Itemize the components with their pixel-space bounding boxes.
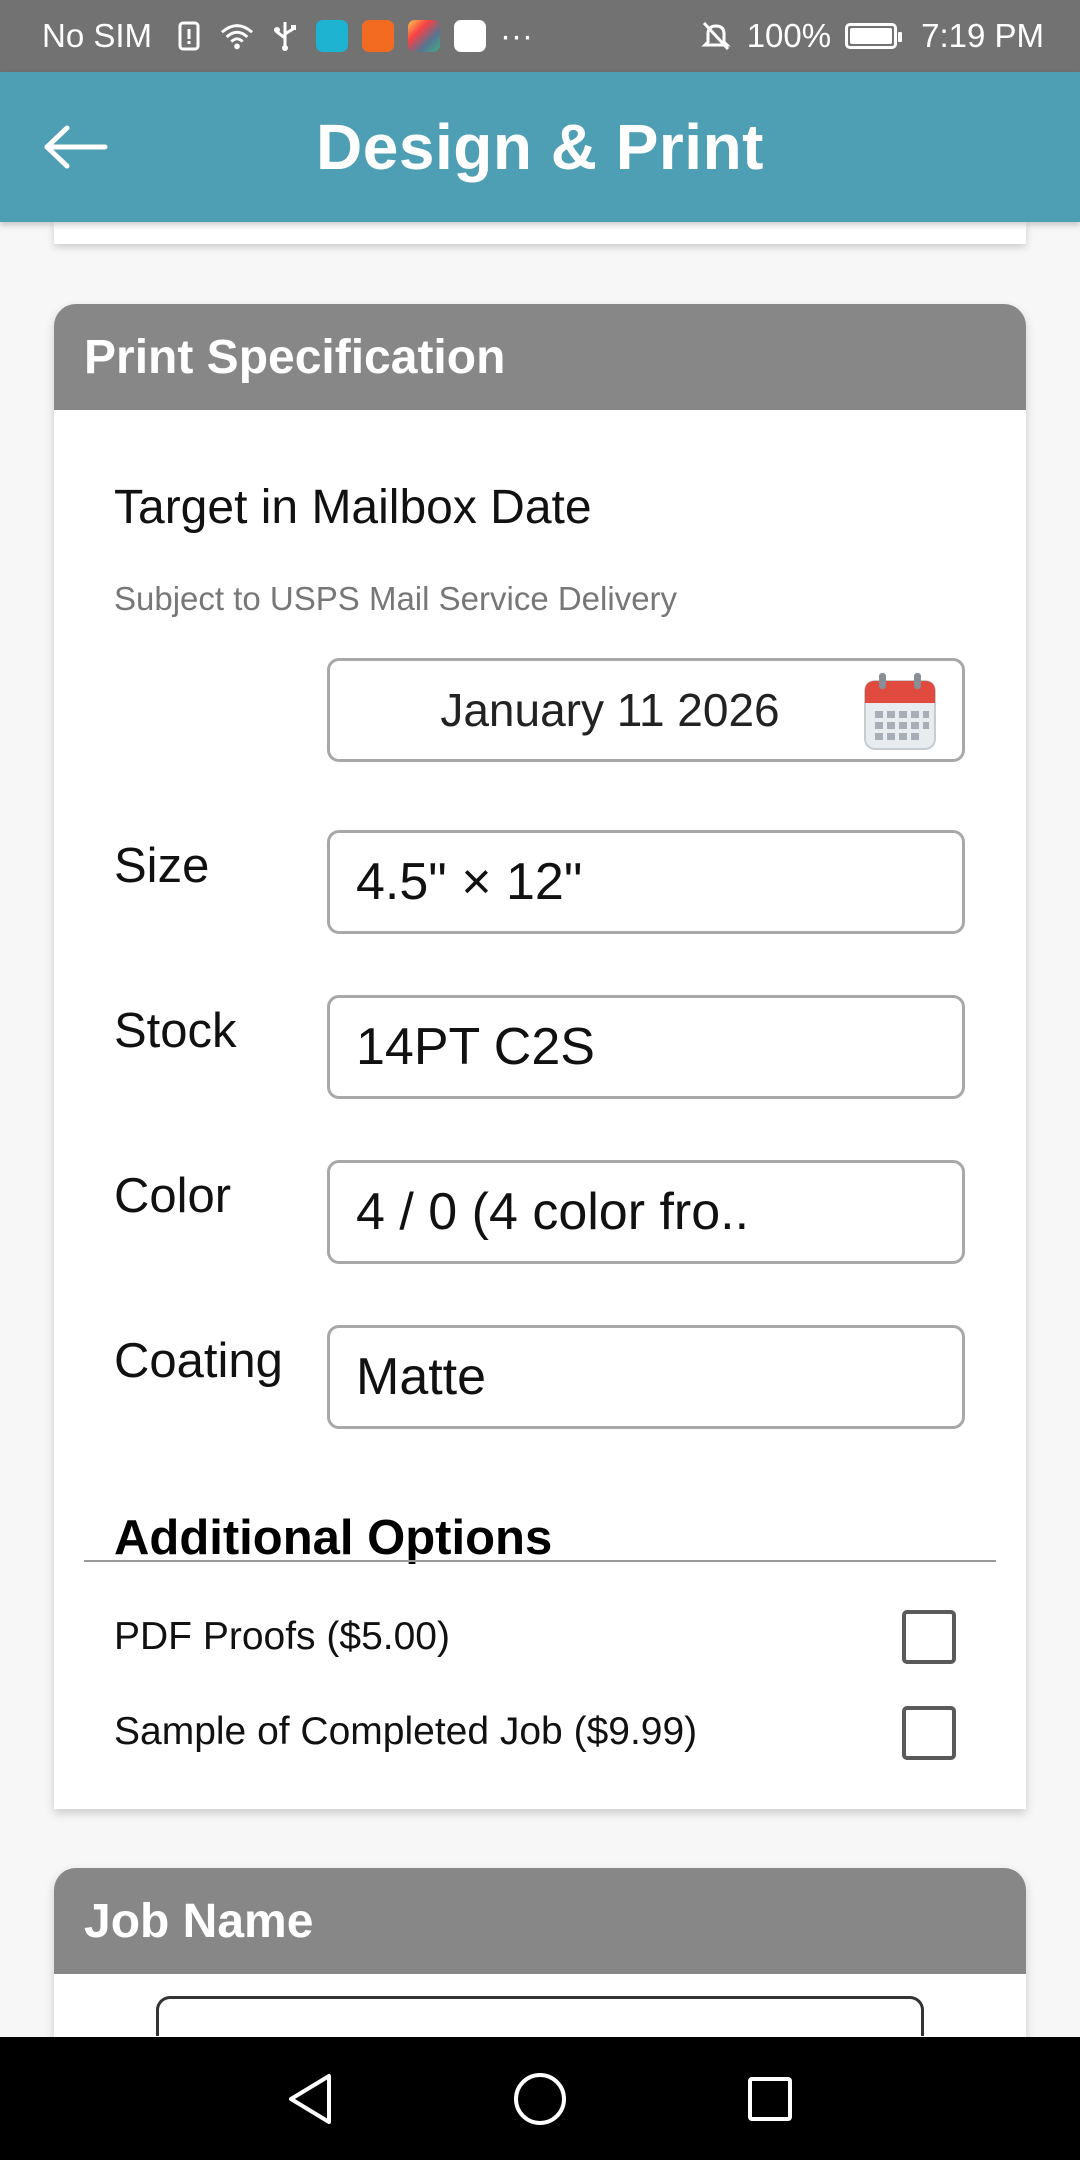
status-left: No SIM ··· [42, 17, 533, 55]
options-divider [84, 1560, 996, 1562]
maps-app-icon [454, 20, 487, 52]
arrow-left-icon [44, 125, 108, 169]
coating-label: Coating [114, 1334, 283, 1388]
pdf-proofs-checkbox[interactable] [902, 1610, 956, 1664]
pdf-proofs-label: PDF Proofs ($5.00) [114, 1615, 450, 1658]
status-bar: No SIM ··· 100% 7:19 PM [0, 0, 1080, 72]
reader-app-icon [316, 20, 349, 52]
battery-icon [845, 23, 903, 49]
sim-alert-icon [172, 19, 206, 53]
nav-home-button[interactable] [500, 2059, 580, 2139]
carrier-text: No SIM [42, 17, 153, 54]
sample-job-label: Sample of Completed Job ($9.99) [114, 1710, 698, 1753]
sample-job-checkbox[interactable] [902, 1706, 956, 1760]
app-bar: Design & Print [0, 72, 1080, 222]
status-right: 100% 7:19 PM [699, 17, 1044, 55]
stock-select[interactable]: 14PT C2S [327, 995, 965, 1099]
additional-options-title: Additional Options [114, 1511, 553, 1565]
scroll-content[interactable]: Print Specification Target in Mailbox Da… [0, 222, 1080, 2037]
more-notifications-icon: ··· [500, 17, 533, 54]
nav-back-button[interactable] [270, 2059, 350, 2139]
size-select[interactable]: 4.5" × 12" [327, 830, 965, 934]
target-date-subtitle: Subject to USPS Mail Service Delivery [114, 580, 678, 617]
square-recents-icon [748, 2076, 792, 2121]
page-title: Design & Print [316, 111, 764, 183]
wifi-icon [220, 19, 254, 53]
target-date-picker[interactable]: January 11 2026 [327, 658, 965, 762]
previous-card-bottom [54, 222, 1026, 244]
size-label: Size [114, 839, 210, 893]
color-label: Color [114, 1169, 232, 1223]
job-name-header: Job Name [54, 1868, 1026, 1974]
play-app-icon [362, 20, 395, 52]
circle-home-icon [514, 2072, 566, 2125]
color-select[interactable]: 4 / 0 (4 color fro.. [327, 1160, 965, 1264]
clock: 7:19 PM [921, 17, 1044, 54]
target-date-value: January 11 2026 [440, 684, 780, 736]
back-button[interactable] [36, 110, 116, 184]
usb-icon [268, 19, 302, 53]
triangle-back-icon [289, 2073, 331, 2124]
print-specification-card: Print Specification Target in Mailbox Da… [54, 304, 1026, 1809]
print-specification-body: Target in Mailbox Date Subject to USPS M… [54, 410, 1026, 1809]
job-name-input[interactable] [156, 1996, 924, 2036]
nav-recents-button[interactable] [730, 2059, 810, 2139]
target-date-label: Target in Mailbox Date [114, 481, 592, 534]
photos-app-icon [408, 20, 441, 52]
job-name-card: Job Name [54, 1868, 1026, 2037]
print-specification-header: Print Specification [54, 304, 1026, 410]
calendar-icon[interactable] [862, 671, 938, 753]
battery-percent: 100% [746, 17, 832, 54]
navigation-bar [0, 2037, 1080, 2160]
mute-bell-icon [699, 19, 733, 53]
coating-select[interactable]: Matte [327, 1325, 965, 1429]
stock-label: Stock [114, 1004, 237, 1058]
